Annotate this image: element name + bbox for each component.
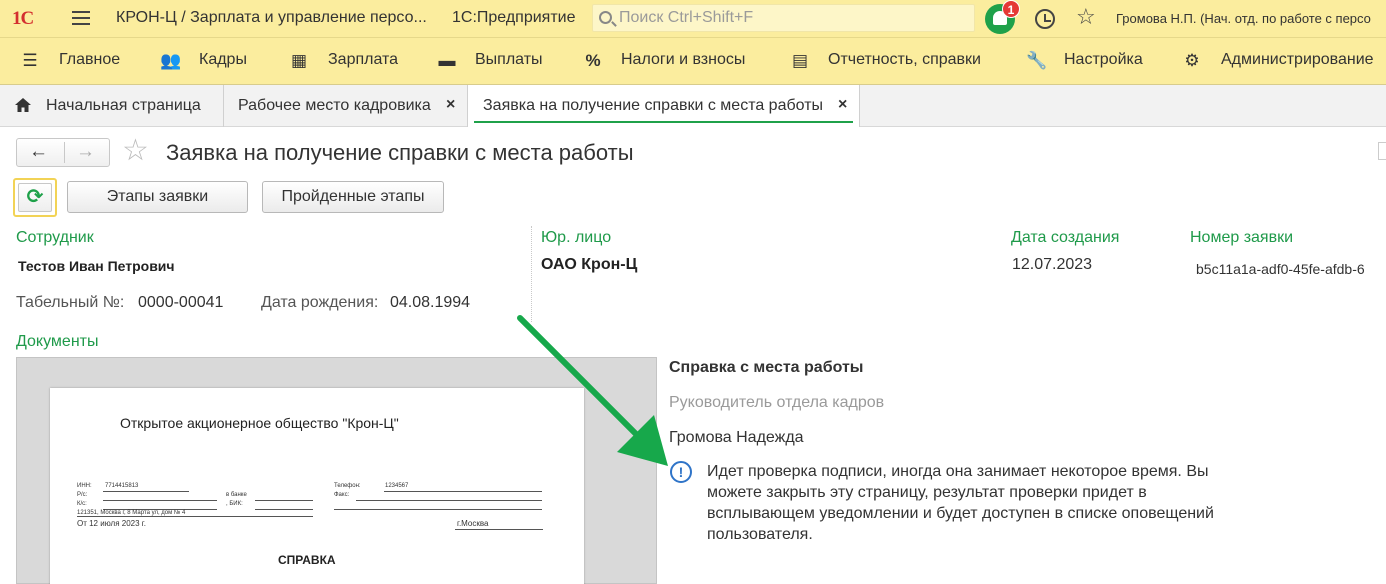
doc-phone-value: 1234567 bbox=[385, 483, 409, 489]
main-menu-icon[interactable] bbox=[72, 11, 90, 25]
section-panel: ☰ Главное 👥 Кадры ▦ Зарплата ▬ Выплаты %… bbox=[0, 38, 1386, 85]
doc-heading: СПРАВКА bbox=[278, 553, 336, 567]
doc-date: От 12 июля 2023 г. bbox=[77, 519, 146, 528]
forward-arrow-icon[interactable]: → bbox=[76, 141, 95, 163]
divider bbox=[255, 509, 313, 510]
created-date-value: 12.07.2023 bbox=[1012, 256, 1093, 273]
navigation-buttons: ← → bbox=[16, 138, 110, 167]
menu-item-main[interactable]: Главное bbox=[59, 51, 120, 69]
signer-role: Руководитель отдела кадров bbox=[669, 394, 885, 411]
refresh-icon: ⟳ bbox=[18, 183, 52, 212]
page-title: Заявка на получение справки с места рабо… bbox=[166, 140, 634, 165]
entity-value[interactable]: ОАО Крон-Ц bbox=[541, 256, 637, 274]
entity-label: Юр. лицо bbox=[541, 229, 612, 246]
divider bbox=[334, 509, 542, 510]
birth-date-label: Дата рождения: bbox=[261, 294, 379, 311]
platform-name: 1С:Предприятие bbox=[452, 9, 576, 26]
document-page: Открытое акционерное общество "Крон-Ц" И… bbox=[50, 388, 584, 584]
doc-phone-label: Телефон: bbox=[334, 483, 361, 489]
home-icon bbox=[15, 98, 31, 112]
doc-ks-label: К/с: bbox=[77, 501, 87, 507]
divider bbox=[64, 142, 65, 163]
signer-name: Громова Надежда bbox=[669, 429, 804, 446]
personnel-number-label: Табельный №: bbox=[16, 294, 125, 311]
divider bbox=[384, 491, 542, 492]
close-icon[interactable]: × bbox=[446, 96, 455, 114]
menu-list-icon: ☰ bbox=[22, 51, 38, 70]
notification-count-badge: 1 bbox=[1002, 0, 1020, 18]
open-tabs-bar: Начальная страница Рабочее место кадрови… bbox=[0, 85, 1386, 127]
divider bbox=[531, 226, 532, 322]
current-user[interactable]: Громова Н.П. (Нач. отд. по работе с перс… bbox=[1116, 11, 1371, 26]
menu-item-admin[interactable]: Администрирование bbox=[1221, 51, 1374, 69]
document-preview[interactable]: Открытое акционерное общество "Крон-Ц" И… bbox=[16, 357, 657, 584]
divider bbox=[103, 500, 217, 501]
active-tab-indicator bbox=[474, 121, 853, 123]
menu-item-payments[interactable]: Выплаты bbox=[475, 51, 543, 69]
doc-rs-label: Р/с: bbox=[77, 492, 88, 498]
divider bbox=[356, 500, 542, 501]
app-title: КРОН-Ц / Зарплата и управление персо... bbox=[116, 9, 427, 26]
panel-toggle-icon[interactable] bbox=[1378, 142, 1386, 160]
birth-date-value: 04.08.1994 bbox=[390, 294, 471, 311]
back-arrow-icon[interactable]: ← bbox=[29, 141, 48, 163]
search-input[interactable] bbox=[619, 9, 959, 27]
search-box[interactable] bbox=[592, 4, 975, 32]
history-icon[interactable] bbox=[1035, 9, 1055, 29]
menu-item-taxes[interactable]: Налоги и взносы bbox=[621, 51, 745, 69]
doc-inn-label: ИНН: bbox=[77, 483, 92, 489]
add-to-favorites-star-icon[interactable]: ☆ bbox=[122, 136, 149, 166]
app-logo[interactable]: 1С bbox=[12, 8, 46, 30]
menu-item-salary[interactable]: Зарплата bbox=[328, 51, 398, 69]
request-stages-button[interactable]: Этапы заявки bbox=[67, 181, 248, 213]
divider bbox=[255, 500, 313, 501]
refresh-button[interactable]: ⟳ bbox=[13, 178, 57, 217]
tab-home[interactable]: Начальная страница bbox=[0, 85, 224, 127]
divider bbox=[77, 516, 313, 517]
tab-certificate-request[interactable]: Заявка на получение справки с места рабо… bbox=[468, 85, 860, 127]
percent-icon: % bbox=[585, 51, 601, 70]
title-bar: 1С КРОН-Ц / Зарплата и управление персо.… bbox=[0, 0, 1386, 38]
signature-check-message: Идет проверка подписи, иногда она занима… bbox=[707, 463, 1214, 543]
favorites-star-icon[interactable]: ☆ bbox=[1076, 6, 1096, 28]
gear-icon: ⚙ bbox=[1184, 51, 1200, 70]
wallet-icon: ▬ bbox=[438, 51, 456, 70]
wrench-icon: 🔧 bbox=[1026, 51, 1048, 70]
created-date-label: Дата создания bbox=[1011, 229, 1120, 246]
people-icon: 👥 bbox=[160, 51, 182, 70]
info-icon: ! bbox=[670, 461, 692, 483]
doc-bik-label: , БИК: bbox=[226, 501, 243, 507]
personnel-number-value: 0000-00041 bbox=[138, 294, 224, 311]
calculator-icon: ▦ bbox=[290, 51, 308, 70]
divider bbox=[455, 529, 543, 530]
doc-city: г.Москва bbox=[457, 519, 489, 528]
reports-icon: ▤ bbox=[791, 51, 809, 70]
divider bbox=[103, 491, 189, 492]
doc-inn-value: 7714415813 bbox=[105, 483, 139, 489]
request-number-label: Номер заявки bbox=[1190, 229, 1294, 246]
request-number-value: b5c11a1a-adf0-45fe-afdb-6 bbox=[1196, 261, 1365, 277]
passed-stages-button[interactable]: Пройденные этапы bbox=[262, 181, 444, 213]
search-icon bbox=[599, 11, 612, 24]
tab-hr-workplace[interactable]: Рабочее место кадровика × bbox=[224, 85, 468, 127]
doc-fax-label: Факс: bbox=[334, 492, 350, 498]
tab-label: Заявка на получение справки с места рабо… bbox=[483, 97, 824, 114]
document-org-name: Открытое акционерное общество "Крон-Ц" bbox=[120, 415, 399, 431]
menu-item-hr[interactable]: Кадры bbox=[199, 51, 247, 69]
employee-value[interactable]: Тестов Иван Петрович bbox=[18, 258, 175, 274]
tab-label: Начальная страница bbox=[46, 97, 201, 114]
certificate-title: Справка с места работы bbox=[669, 359, 864, 376]
close-icon[interactable]: × bbox=[838, 96, 847, 114]
doc-bank-label: в банке bbox=[226, 492, 247, 498]
documents-label: Документы bbox=[16, 333, 99, 350]
tab-label: Рабочее место кадровика bbox=[238, 97, 431, 114]
menu-item-reports[interactable]: Отчетность, справки bbox=[828, 51, 981, 69]
employee-label: Сотрудник bbox=[16, 229, 94, 246]
menu-item-settings[interactable]: Настройка bbox=[1064, 51, 1143, 69]
